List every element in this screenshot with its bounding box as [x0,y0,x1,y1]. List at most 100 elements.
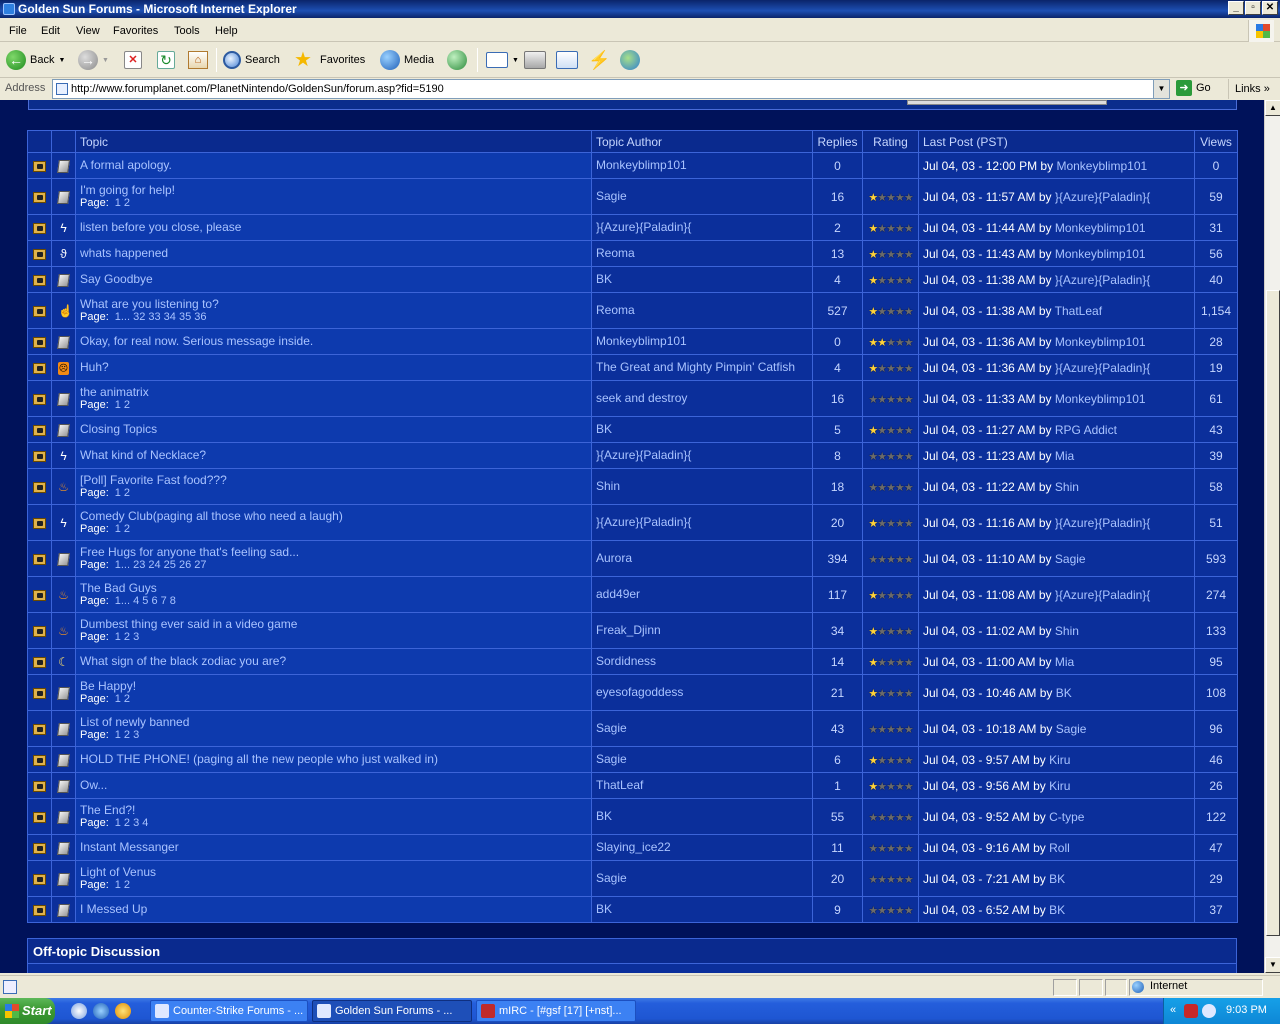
author-link[interactable]: Shin [596,480,808,493]
topic-link[interactable]: I'm going for help! [80,184,587,197]
author-link[interactable]: ThatLeaf [596,779,808,792]
header-last-post[interactable]: Last Post (PST) [918,130,1195,153]
header-replies[interactable]: Replies [812,130,863,153]
page-links[interactable]: 1 2 [115,487,130,499]
links-button[interactable]: Links » [1228,79,1270,99]
show-desktop-icon[interactable] [71,1003,87,1019]
header-topic[interactable]: Topic [75,130,592,153]
last-poster-link[interactable]: Mia [1055,655,1074,669]
topic-link[interactable]: A formal apology. [80,159,587,172]
forward-button[interactable]: → ▼ [78,49,109,71]
internet-explorer-icon[interactable] [93,1003,109,1019]
topic-link[interactable]: whats happened [80,247,587,260]
last-poster-link[interactable]: Shin [1055,480,1079,494]
url-input[interactable] [71,81,1141,97]
chevron-down-icon[interactable]: ▼ [1153,80,1169,98]
scroll-up-icon[interactable]: ▲ [1265,100,1280,116]
page-links[interactable]: 1... 32 33 34 35 36 [115,311,207,323]
header-views[interactable]: Views [1194,130,1238,153]
last-poster-link[interactable]: BK [1056,686,1072,700]
page-links[interactable]: 1 2 [115,879,130,891]
author-link[interactable]: }{Azure}{Paladin}{ [596,516,808,529]
author-link[interactable]: Sagie [596,872,808,885]
last-poster-link[interactable]: Monkeyblimp101 [1056,159,1147,173]
tray-network-icon[interactable] [1202,1004,1216,1018]
topic-link[interactable]: I Messed Up [80,903,587,916]
task-golden-sun-forums[interactable]: Golden Sun Forums - ... [312,1000,472,1022]
last-poster-link[interactable]: Monkeyblimp101 [1055,392,1146,406]
last-poster-link[interactable]: Shin [1055,624,1079,638]
topic-link[interactable]: List of newly banned [80,716,587,729]
task-counter-strike-forums[interactable]: Counter-Strike Forums - ... [150,1000,308,1022]
header-author[interactable]: Topic Author [591,130,813,153]
section-title[interactable]: Off-topic Discussion [33,944,160,959]
topic-link[interactable]: Free Hugs for anyone that's feeling sad.… [80,546,587,559]
topic-link[interactable]: Huh? [80,361,587,374]
history-button[interactable] [447,49,467,71]
last-poster-link[interactable]: RPG Addict [1055,423,1117,437]
topic-link[interactable]: [Poll] Favorite Fast food??? [80,474,587,487]
author-link[interactable]: }{Azure}{Paladin}{ [596,449,808,462]
author-link[interactable]: Sagie [596,190,808,203]
author-link[interactable]: The Great and Mighty Pimpin' Catfish [596,361,808,374]
topic-link[interactable]: The Bad Guys [80,582,587,595]
author-link[interactable]: Freak_Djinn [596,624,808,637]
task-mirc[interactable]: mIRC - [#gsf [17] [+nst]... [476,1000,636,1022]
author-link[interactable]: add49er [596,588,808,601]
last-poster-link[interactable]: }{Azure}{Paladin}{ [1055,190,1150,204]
close-button[interactable]: ✕ [1262,1,1278,15]
topic-link[interactable]: What sign of the black zodiac you are? [80,655,587,668]
minimize-button[interactable]: _ [1228,1,1244,15]
clock[interactable]: 9:03 PM [1226,1004,1267,1016]
header-rating[interactable]: Rating [862,130,919,153]
topic-link[interactable]: What are you listening to? [80,298,587,311]
stop-button[interactable]: ✕ [124,49,142,71]
address-field[interactable]: ▼ [52,79,1170,99]
author-link[interactable]: BK [596,903,808,916]
last-poster-link[interactable]: Mia [1055,449,1074,463]
refresh-button[interactable]: ↻ [157,49,175,71]
tray-app-icon[interactable] [1184,1004,1198,1018]
last-poster-link[interactable]: BK [1049,872,1065,886]
page-links[interactable]: 1... 4 5 6 7 8 [115,595,176,607]
last-poster-link[interactable]: BK [1049,903,1065,917]
topic-link[interactable]: What kind of Necklace? [80,449,587,462]
page-links[interactable]: 1 2 [115,693,130,705]
menu-file[interactable]: File [9,25,27,37]
topic-link[interactable]: Okay, for real now. Serious message insi… [80,335,587,348]
vertical-scrollbar[interactable]: ▲ ▼ [1264,100,1280,973]
page-links[interactable]: 1 2 3 [115,631,139,643]
author-link[interactable]: Monkeyblimp101 [596,159,808,172]
author-link[interactable]: }{Azure}{Paladin}{ [596,221,808,234]
favorites-button[interactable]: ★ Favorites [294,49,365,71]
topic-link[interactable]: the animatrix [80,386,587,399]
edit-button[interactable] [556,49,578,71]
last-poster-link[interactable]: }{Azure}{Paladin}{ [1055,361,1150,375]
menu-edit[interactable]: Edit [41,25,60,37]
last-poster-link[interactable]: Sagie [1056,722,1087,736]
author-link[interactable]: BK [596,810,808,823]
last-poster-link[interactable]: }{Azure}{Paladin}{ [1055,273,1150,287]
topic-link[interactable]: Dumbest thing ever said in a video game [80,618,587,631]
last-poster-link[interactable]: }{Azure}{Paladin}{ [1055,516,1150,530]
chevron-down-icon[interactable]: ▼ [58,57,65,64]
chevron-down-icon[interactable]: ▼ [102,57,109,64]
author-link[interactable]: seek and destroy [596,392,808,405]
media-player-icon[interactable] [115,1003,131,1019]
last-poster-link[interactable]: Monkeyblimp101 [1055,335,1146,349]
topic-link[interactable]: Comedy Club(paging all those who need a … [80,510,587,523]
search-button[interactable]: Search [223,49,280,71]
topic-link[interactable]: Ow... [80,779,587,792]
author-link[interactable]: Sagie [596,753,808,766]
back-button[interactable]: ← Back ▼ [6,49,65,71]
topic-link[interactable]: Light of Venus [80,866,587,879]
author-link[interactable]: eyesofagoddess [596,686,808,699]
topic-link[interactable]: Instant Messanger [80,841,587,854]
page-links[interactable]: 1 2 3 4 [115,817,149,829]
last-poster-link[interactable]: Roll [1049,841,1070,855]
last-poster-link[interactable]: Kiru [1049,779,1070,793]
discuss-button[interactable]: ⚡ [588,49,610,71]
page-links[interactable]: 1 2 [115,399,130,411]
menu-tools[interactable]: Tools [174,25,200,37]
author-link[interactable]: BK [596,273,808,286]
